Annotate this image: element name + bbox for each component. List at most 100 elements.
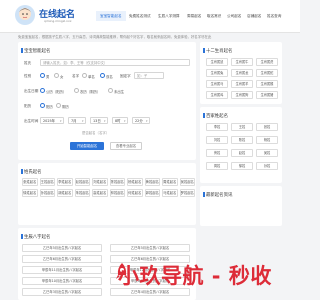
gender-male-label: 男	[46, 75, 50, 79]
nav-item-bazi[interactable]: 生辰八字测算	[158, 11, 180, 21]
single-name-radio[interactable]	[82, 73, 87, 78]
zodiac-item[interactable]: 生肖属猴	[256, 80, 278, 88]
chevron-down-icon: ▾	[59, 119, 62, 123]
surname-tag[interactable]: 朱姓起名	[74, 189, 90, 197]
nav-item-name-test[interactable]: 免费姓名测试	[129, 11, 151, 21]
day-value: 13日	[93, 119, 101, 123]
logo[interactable]: 在线起名 qiming.mingzi.xxx	[14, 4, 82, 28]
surname-tag[interactable]: 林姓起名	[109, 189, 125, 197]
year-select[interactable]: 2025年 ▾	[40, 117, 64, 124]
surname-tag[interactable]: 刘姓起名	[92, 178, 108, 186]
gender-male-radio[interactable]	[40, 73, 45, 78]
start-naming-button[interactable]: 开始智能起名	[70, 142, 104, 150]
surname-card: 百家姓起名 李姓 王姓 张姓 刘姓 陈姓 杨姓 黄姓 赵姓 吴姓 周姓 徐姓 孙姓	[200, 107, 282, 183]
minute-value: 22分	[135, 119, 143, 123]
nav-item-shop[interactable]: 店铺起名	[247, 11, 261, 21]
surname-tag[interactable]: 周姓起名	[162, 178, 178, 186]
surname-tag[interactable]: 胡姓起名	[57, 189, 73, 197]
surname-item[interactable]: 黄姓	[206, 149, 228, 157]
bazi-item[interactable]: 甲辰年10月出生的八字起名	[22, 277, 102, 285]
surname-tag[interactable]: 陈姓起名	[109, 178, 125, 186]
surname-tag[interactable]: 何姓起名	[127, 189, 143, 197]
surname-item[interactable]: 徐姓	[231, 162, 253, 170]
surname-tag[interactable]: 徐姓起名	[22, 189, 38, 197]
chevron-down-icon: ▾	[145, 119, 148, 123]
minute-select[interactable]: 22分 ▾	[132, 117, 150, 124]
birth-unborn-radio[interactable]	[108, 88, 113, 93]
pro-naming-button[interactable]: 查看专业起名	[110, 142, 142, 150]
zodiac-item[interactable]: 生肖属龙	[231, 69, 253, 77]
surname-item[interactable]: 刘姓	[206, 136, 228, 144]
calendar-lunar-radio[interactable]	[56, 103, 61, 108]
surname-tag[interactable]: 黄姓起名	[144, 178, 160, 186]
surname-item[interactable]: 李姓	[206, 123, 228, 131]
double-name-label: 双名	[106, 75, 113, 79]
chevron-down-icon: ▾	[123, 119, 126, 123]
bazi-item[interactable]: 乙巳年5月出生的八字起名	[22, 244, 102, 252]
hour-select[interactable]: 8时 ▾	[112, 117, 128, 124]
nav-item-zhouyi[interactable]: 周易起名	[187, 11, 201, 21]
form-hint: 是否起名（名字）	[82, 131, 110, 135]
surname-item[interactable]: 吴姓	[256, 149, 278, 157]
zodiac-item[interactable]: 生肖属鸡	[206, 91, 228, 99]
surname-tag[interactable]: 张姓起名	[22, 178, 38, 186]
zodiac-title: 十二生肖起名	[202, 48, 233, 54]
surname-tag[interactable]: 吴姓起名	[179, 178, 195, 186]
bazi-item[interactable]: 甲辰年11月出生的八字起名	[22, 266, 102, 274]
surname-naming-card: 姓氏起名 张姓起名 王姓起名 李姓起名 赵姓起名 刘姓起名 陈姓起名 杨姓起名 黄姓起名 周姓起…	[18, 163, 196, 225]
nav-item-lookup[interactable]: 姓名查询	[267, 11, 281, 21]
nav-item-knowledge[interactable]: 取名常识	[207, 11, 221, 21]
surname-item[interactable]: 张姓	[256, 123, 278, 131]
zodiac-item[interactable]: 生肖属鼠	[206, 58, 228, 66]
surname-item[interactable]: 周姓	[206, 162, 228, 170]
fixed-char-input[interactable]: 如：子	[134, 72, 164, 79]
surname-tag[interactable]: 罗姓起名	[179, 189, 195, 197]
nav-item-company[interactable]: 公司起名	[227, 11, 241, 21]
zodiac-card: 十二生肖起名 生肖属鼠 生肖属牛 生肖属虎 生肖属兔 生肖属龙 生肖属蛇 生肖属马 生肖属羊生…	[200, 42, 282, 104]
birth-lunar-radio[interactable]	[74, 88, 79, 93]
calendar-label: 阳历	[24, 104, 32, 108]
surname-item[interactable]: 王姓	[231, 123, 253, 131]
surname-tag[interactable]: 王姓起名	[39, 178, 55, 186]
zodiac-item[interactable]: 生肖属马	[206, 80, 228, 88]
baby-avatar-icon	[15, 5, 35, 25]
surname-tag[interactable]: 李姓起名	[57, 178, 73, 186]
date-label: 出生时间	[24, 119, 39, 123]
surname-item[interactable]: 陈姓	[231, 136, 253, 144]
year-value: 2025年	[43, 119, 56, 123]
name-length-label: 名字	[72, 74, 80, 78]
bazi-item[interactable]: 乙巳年5月出生的八字起名	[110, 244, 190, 252]
gender-female-label: 女	[60, 75, 64, 79]
surname-tag[interactable]: 杨姓起名	[127, 178, 143, 186]
nav-item-smart-naming[interactable]: 宝宝智能起名	[96, 11, 126, 21]
surname-tag[interactable]: 郭姓起名	[144, 189, 160, 197]
zodiac-item[interactable]: 生肖属牛	[231, 58, 253, 66]
calendar-solar-radio[interactable]	[40, 103, 45, 108]
surname-tag[interactable]: 孙姓起名	[39, 189, 55, 197]
surname-tag[interactable]: 赵姓起名	[74, 178, 90, 186]
naming-form-card: 宝宝智能起名 姓氏 请输入姓氏，如：李、王等（仅支持中文） 性别 男 女 名字 …	[18, 42, 196, 160]
month-select[interactable]: 7月 ▾	[68, 117, 86, 124]
month-value: 7月	[71, 119, 77, 123]
surname-item[interactable]: 孙姓	[256, 162, 278, 170]
day-select[interactable]: 13日 ▾	[90, 117, 108, 124]
zodiac-item[interactable]: 生肖属虎	[256, 58, 278, 66]
zodiac-item[interactable]: 生肖属狗	[231, 91, 253, 99]
gender-female-radio[interactable]	[54, 73, 59, 78]
zodiac-item[interactable]: 生肖属兔	[206, 69, 228, 77]
top-bar: 在线起名 qiming.mingzi.xxx 宝宝智能起名 免费姓名测试 生辰八…	[0, 0, 300, 33]
surname-item[interactable]: 赵姓	[231, 149, 253, 157]
double-name-radio[interactable]	[100, 73, 105, 78]
surname-tag[interactable]: 高姓起名	[92, 189, 108, 197]
bazi-item[interactable]: 乙巳年6月出生的八字起名	[22, 255, 102, 263]
bazi-item[interactable]: 乙巳年3月出生的八字起名	[22, 288, 102, 296]
birth-solar-radio[interactable]	[40, 88, 45, 93]
surname-input[interactable]: 请输入姓氏，如：李、王等（仅支持中文）	[40, 59, 190, 66]
surname-tag[interactable]: 马姓起名	[162, 189, 178, 197]
zodiac-item[interactable]: 生肖属猪	[256, 91, 278, 99]
surname-item[interactable]: 杨姓	[256, 136, 278, 144]
bazi-naming-title: 生辰八字起名	[20, 234, 51, 240]
zodiac-item[interactable]: 生肖属蛇	[256, 69, 278, 77]
birth-solar-label: 公历（阳历）	[46, 90, 67, 94]
zodiac-item[interactable]: 生肖属羊	[231, 80, 253, 88]
